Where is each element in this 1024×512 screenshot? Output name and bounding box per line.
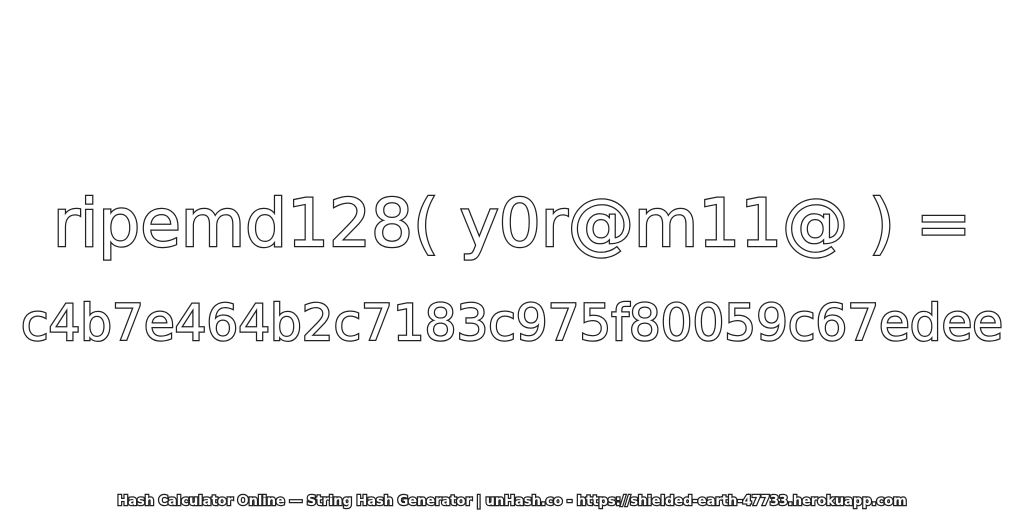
hash-expression: ripemd128( y0r@m11@ ) = xyxy=(52,184,973,264)
footer-credit: Hash Calculator Online — String Hash Gen… xyxy=(116,493,908,511)
hash-image-canvas: ripemd128( y0r@m11@ ) = c4b7e464b2c7183c… xyxy=(0,0,1024,512)
hash-result: c4b7e464b2c7183c975f80059c67edee xyxy=(20,293,1005,354)
